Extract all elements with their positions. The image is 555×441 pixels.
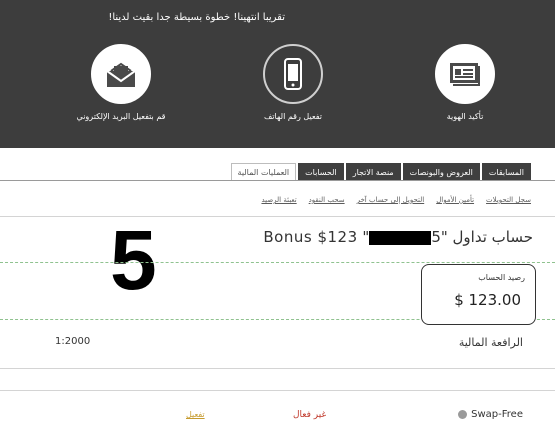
divider bbox=[0, 368, 555, 369]
balance-card: رصيد الحساب $ 123.00 bbox=[421, 264, 536, 325]
account-title-suffix: " Bonus $123 bbox=[263, 228, 370, 246]
tab-contests[interactable]: المسابقات bbox=[481, 163, 531, 180]
step-phone[interactable]: تفعيل رقم الهاتف bbox=[243, 44, 343, 121]
dashed-divider-top bbox=[0, 262, 555, 263]
tab-accounts[interactable]: الحسابات bbox=[298, 163, 344, 180]
tab-divider bbox=[0, 180, 555, 181]
main-tabs: العمليات المالية الحسابات منصة الاتجار ا… bbox=[229, 163, 531, 180]
step-number-annotation: 5 bbox=[110, 213, 157, 307]
step-phone-label: تفعيل رقم الهاتف bbox=[264, 112, 322, 121]
link-insurance[interactable]: تأمين الأموال bbox=[436, 196, 474, 204]
step-email[interactable]: قم بتفعيل البريد الإلكتروني bbox=[71, 44, 171, 121]
link-withdraw[interactable]: سحب النقود bbox=[309, 196, 345, 204]
envelope-icon bbox=[91, 44, 151, 104]
balance-label: رصيد الحساب bbox=[478, 273, 525, 282]
link-transfer-history[interactable]: سجل التحويلات bbox=[486, 196, 531, 204]
id-card-icon bbox=[435, 44, 495, 104]
account-title-prefix: حساب تداول "5 bbox=[431, 228, 533, 246]
sub-navigation: تعبئة الرصيد سحب النقود التحويل إلى حساب… bbox=[261, 196, 531, 204]
verification-banner: تقريبا انتهينا! خطوة بسيطة جدا بقيت لدين… bbox=[0, 0, 555, 148]
swap-status: غير فعال bbox=[293, 410, 327, 420]
tab-offers-bonuses[interactable]: العروض والبونصات bbox=[402, 163, 480, 180]
swap-free-label: Swap-Free bbox=[471, 409, 523, 420]
mobile-phone-icon bbox=[263, 44, 323, 104]
step-identity-label: تأكيد الهوية bbox=[446, 112, 484, 121]
divider bbox=[0, 390, 555, 391]
tab-financial-operations[interactable]: العمليات المالية bbox=[230, 163, 297, 180]
leverage-label: الرافعة المالية bbox=[458, 336, 523, 349]
account-title: حساب تداول "5 " Bonus $123 bbox=[263, 228, 533, 246]
step-identity[interactable]: تأكيد الهوية bbox=[415, 44, 515, 121]
info-icon[interactable] bbox=[458, 410, 468, 419]
redaction-bar bbox=[369, 230, 432, 245]
divider bbox=[0, 216, 555, 217]
banner-message: تقريبا انتهينا! خطوة بسيطة جدا بقيت لدين… bbox=[108, 12, 285, 23]
spacer bbox=[0, 148, 555, 162]
activate-swap-link[interactable]: تفعيل bbox=[186, 410, 205, 419]
link-deposit[interactable]: تعبئة الرصيد bbox=[261, 196, 296, 204]
leverage-value: 1:2000 bbox=[55, 336, 91, 347]
link-transfer[interactable]: التحويل إلى حساب آخر bbox=[357, 196, 425, 204]
step-email-label: قم بتفعيل البريد الإلكتروني bbox=[76, 112, 166, 121]
swap-free-row: Swap-Free bbox=[458, 409, 523, 420]
balance-value: $ 123.00 bbox=[454, 291, 521, 309]
tab-trading-platform[interactable]: منصة الاتجار bbox=[345, 163, 401, 180]
